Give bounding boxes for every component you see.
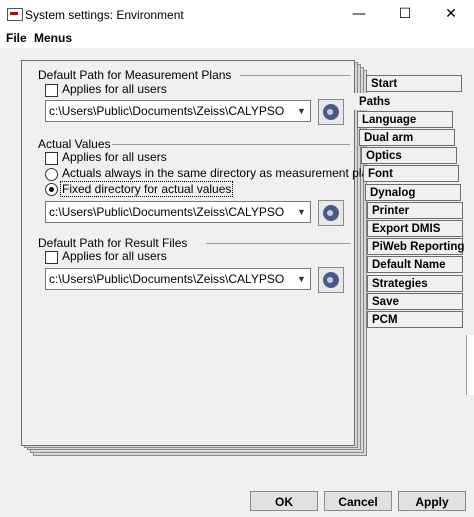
tab-save[interactable]: Save [367,293,463,310]
actual-browse-button[interactable] [318,200,344,226]
menu-bar: File Menus [0,29,474,48]
tab-export-dmis[interactable]: Export DMIS [367,220,463,237]
measurement-browse-button[interactable] [318,99,344,125]
actual-applies-all-checkbox[interactable] [45,152,58,165]
cancel-button[interactable]: Cancel [324,491,392,511]
browse-folder-icon [323,205,339,221]
tab-dynalog[interactable]: Dynalog [365,184,461,201]
result-path-value: c:\Users\Public\Documents\Zeiss\CALYPSO … [49,272,285,286]
actuals-same-directory-label: Actuals always in the same directory as … [62,166,375,180]
result-path-combobox[interactable]: c:\Users\Public\Documents\Zeiss\CALYPSO … [45,268,311,290]
browse-folder-icon [323,104,339,120]
close-button[interactable]: ✕ [428,0,474,29]
paths-settings-panel: Default Path for Measurement Plans Appli… [21,60,375,446]
group-divider [206,243,350,244]
maximize-button[interactable]: ☐ [382,0,428,29]
actuals-same-directory-radio[interactable] [45,168,58,181]
group-divider [240,75,350,76]
chevron-down-icon[interactable]: ▼ [293,101,310,121]
tab-dual-arm[interactable]: Dual arm [359,129,455,146]
menu-file[interactable]: File [6,31,27,45]
result-files-group-title: Default Path for Result Files [38,236,188,250]
tab-printer[interactable]: Printer [367,202,463,219]
actual-path-combobox[interactable]: c:\Users\Public\Documents\Zeiss\CALYPSO … [45,201,311,223]
minimize-button[interactable]: — [336,0,382,29]
chevron-down-icon[interactable]: ▼ [293,269,310,289]
menu-menus[interactable]: Menus [34,31,72,45]
tab-pcm[interactable]: PCM [367,311,463,328]
result-applies-all-checkbox[interactable] [45,251,58,264]
tab-optics[interactable]: Optics [361,147,457,164]
measurement-applies-all-checkbox[interactable] [45,84,58,97]
tab-strategies[interactable]: Strategies [367,275,463,292]
tab-language[interactable]: Language [357,111,453,128]
fixed-directory-label: Fixed directory for actual values [60,181,234,197]
group-divider [112,144,350,145]
measurement-path-combobox[interactable]: c:\Users\Public\Documents\Zeiss\CALYPSO … [45,100,311,122]
browse-folder-icon [323,272,339,288]
ok-button[interactable]: OK [250,491,318,511]
measurement-applies-all-label: Applies for all users [62,82,167,96]
measurement-path-value: c:\Users\Public\Documents\Zeiss\CALYPSO … [49,104,285,118]
apply-button[interactable]: Apply [398,491,466,511]
tab-default-name[interactable]: Default Name [367,256,463,273]
actual-applies-all-label: Applies for all users [62,150,167,164]
chevron-down-icon[interactable]: ▼ [293,202,310,222]
tab-paths[interactable]: Paths [354,93,450,110]
result-browse-button[interactable] [318,267,344,293]
tab-start[interactable]: Start [366,75,462,92]
window-title: System settings: Environment [25,8,184,22]
measurement-plans-group-title: Default Path for Measurement Plans [38,68,232,82]
fixed-directory-radio[interactable] [45,183,58,196]
result-applies-all-label: Applies for all users [62,249,167,263]
title-bar: System settings: Environment — ☐ ✕ [0,0,474,29]
tab-piweb-reporting[interactable]: PiWeb Reporting [367,238,464,255]
actual-path-value: c:\Users\Public\Documents\Zeiss\CALYPSO … [49,205,285,219]
app-icon [7,8,23,21]
tab-font[interactable]: Font [363,165,459,182]
window-edge [466,335,474,395]
actual-values-group-title: Actual Values [38,137,111,151]
